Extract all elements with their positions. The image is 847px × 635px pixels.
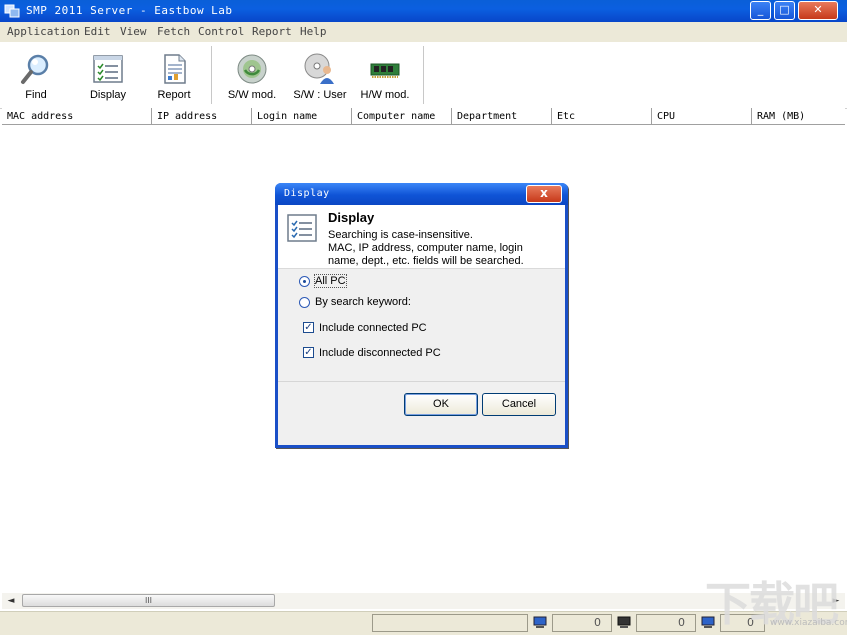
close-button[interactable]: ✕ bbox=[798, 1, 838, 20]
include-connected-checkbox[interactable]: ✓ bbox=[303, 322, 314, 333]
report-label: Report bbox=[146, 89, 202, 101]
dialog-title: Display bbox=[284, 188, 330, 199]
dialog-close-button[interactable]: x bbox=[526, 185, 562, 203]
watermark-url: www.xiazaiba.com bbox=[770, 618, 847, 628]
column-mac-address[interactable]: MAC address bbox=[2, 108, 152, 124]
find-button[interactable]: Find bbox=[8, 42, 64, 106]
hw-mod-label: H/W mod. bbox=[357, 89, 413, 101]
computer-icon bbox=[617, 616, 631, 629]
ok-button[interactable]: OK bbox=[404, 393, 478, 416]
menu-edit[interactable]: Edit bbox=[84, 25, 111, 38]
dialog-description-line: MAC, IP address, computer name, login bbox=[328, 242, 523, 254]
maximize-button[interactable]: □ bbox=[774, 1, 795, 20]
report-button[interactable]: Report bbox=[146, 42, 202, 106]
menu-help[interactable]: Help bbox=[300, 25, 327, 38]
dialog-description-line: Searching is case-insensitive. bbox=[328, 229, 473, 241]
display-dialog: Display x Display Searching is case-inse… bbox=[275, 183, 568, 448]
include-connected-label[interactable]: Include connected PC bbox=[319, 322, 427, 334]
scroll-left-arrow[interactable]: ◄ bbox=[4, 595, 18, 607]
column-department[interactable]: Department bbox=[452, 108, 552, 124]
column-computer-name[interactable]: Computer name bbox=[352, 108, 452, 124]
sw-user-label: S/W : User bbox=[290, 89, 350, 101]
window-title: SMP 2011 Server - Eastbow Lab bbox=[26, 4, 233, 17]
cancel-button[interactable]: Cancel bbox=[482, 393, 556, 416]
display-label: Display bbox=[78, 89, 138, 101]
include-disconnected-checkbox[interactable]: ✓ bbox=[303, 347, 314, 358]
checklist-icon bbox=[286, 213, 318, 243]
display-button[interactable]: Display bbox=[78, 42, 138, 106]
minimize-button[interactable]: _ bbox=[750, 1, 771, 20]
column-login-name[interactable]: Login name bbox=[252, 108, 352, 124]
user-disc-icon bbox=[303, 52, 337, 86]
column-cpu[interactable]: CPU bbox=[652, 108, 752, 124]
search-keyword-label[interactable]: By search keyword: bbox=[315, 296, 411, 308]
menu-fetch[interactable]: Fetch bbox=[157, 25, 190, 38]
checklist-icon bbox=[91, 52, 125, 86]
find-label: Find bbox=[8, 89, 64, 101]
hw-mod-button[interactable]: H/W mod. bbox=[357, 42, 413, 106]
title-bar[interactable]: SMP 2011 Server - Eastbow Lab _ □ ✕ bbox=[0, 0, 847, 22]
software-disc-icon bbox=[235, 52, 269, 86]
scroll-thumb[interactable]: III bbox=[22, 594, 275, 607]
table-header: MAC address IP address Login name Comput… bbox=[2, 108, 845, 125]
computer-icon bbox=[533, 616, 547, 629]
dialog-body: Display Searching is case-insensitive. M… bbox=[278, 205, 565, 445]
toolbar: Find Display Report bbox=[0, 42, 847, 109]
toolbar-separator bbox=[211, 46, 213, 104]
include-disconnected-label[interactable]: Include disconnected PC bbox=[319, 347, 441, 359]
memory-chip-icon bbox=[368, 52, 402, 86]
sw-user-button[interactable]: S/W : User bbox=[290, 42, 350, 106]
menu-control[interactable]: Control bbox=[198, 25, 244, 38]
all-pc-label[interactable]: All PC bbox=[315, 275, 346, 287]
sw-mod-label: S/W mod. bbox=[222, 89, 282, 101]
toolbar-separator bbox=[423, 46, 425, 104]
report-icon bbox=[157, 52, 191, 86]
sw-mod-button[interactable]: S/W mod. bbox=[222, 42, 282, 106]
dialog-separator bbox=[278, 381, 565, 382]
dialog-heading: Display bbox=[328, 210, 374, 225]
dialog-header: Display Searching is case-insensitive. M… bbox=[278, 205, 565, 269]
app-icon bbox=[4, 3, 20, 19]
connected-count: 0 bbox=[552, 614, 612, 632]
menu-view[interactable]: View bbox=[120, 25, 147, 38]
dialog-description-line: name, dept., etc. fields will be searche… bbox=[328, 255, 524, 267]
column-ip-address[interactable]: IP address bbox=[152, 108, 252, 124]
magnifier-icon bbox=[19, 52, 53, 86]
search-keyword-radio[interactable] bbox=[299, 297, 310, 308]
column-etc[interactable]: Etc bbox=[552, 108, 652, 124]
all-pc-radio[interactable] bbox=[299, 276, 310, 287]
menu-bar: Application Edit View Fetch Control Repo… bbox=[0, 22, 847, 43]
dialog-title-bar[interactable]: Display x bbox=[275, 183, 568, 205]
status-panel bbox=[372, 614, 528, 632]
column-ram[interactable]: RAM (MB) bbox=[752, 108, 845, 124]
disconnected-count: 0 bbox=[636, 614, 696, 632]
menu-application[interactable]: Application bbox=[7, 25, 80, 38]
menu-report[interactable]: Report bbox=[252, 25, 292, 38]
